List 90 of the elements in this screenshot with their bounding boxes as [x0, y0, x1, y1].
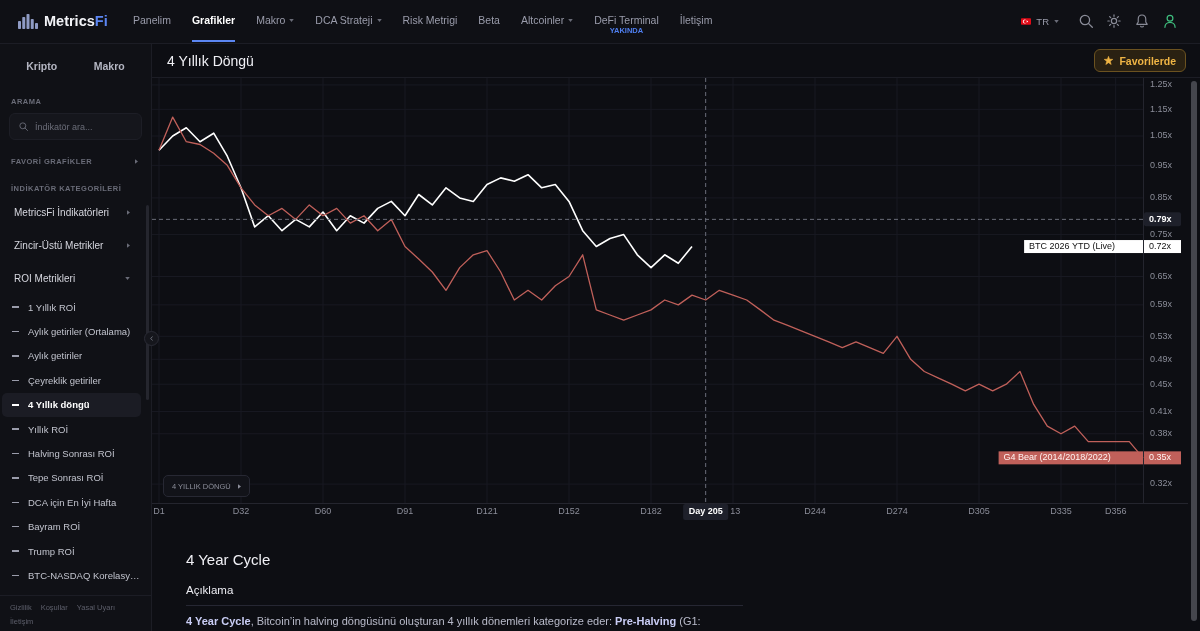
chevron-left-icon [150, 336, 153, 341]
y-axis-label: 0.95x [1150, 159, 1173, 170]
dash-icon [12, 379, 19, 382]
x-axis-label: D32 [232, 506, 250, 517]
y-axis-label: 0.38x [1150, 428, 1173, 439]
dash-icon [12, 330, 19, 333]
nav-item[interactable]: Beta [478, 0, 500, 42]
language-selector[interactable]: TR [1021, 15, 1059, 27]
y-axis-label: 0.45x [1150, 378, 1173, 389]
dash-icon [12, 355, 19, 357]
dash-icon [12, 404, 19, 406]
bar-chart-icon [18, 13, 38, 29]
x-axis-label: 13 [730, 506, 741, 517]
dash-icon [12, 574, 19, 577]
star-icon [1104, 56, 1114, 65]
category-item[interactable]: Zincir-Üstü Metrikler [0, 229, 151, 262]
sidebar-item[interactable]: Yıllık ROİ [2, 416, 141, 442]
x-axis-label: D60 [314, 506, 332, 517]
series-name-label: BTC 2026 YTD (Live) [1024, 240, 1143, 254]
sidebar-item[interactable]: Tepe Sonrası ROİ [2, 465, 141, 491]
sidebar-item[interactable]: DCA için En İyi Hafta [2, 490, 141, 515]
page-title: 4 Yıllık Döngü [167, 52, 254, 69]
x-axis-label: D91 [396, 506, 414, 517]
y-axis-label: 0.53x [1150, 330, 1173, 341]
y-axis-label: 1.25x [1150, 79, 1173, 90]
section-subtitle: Açıklama [186, 583, 235, 597]
y-axis-label: 0.65x [1150, 270, 1173, 281]
y-axis-label: 0.49x [1150, 353, 1173, 364]
nav-item[interactable]: DCA Strateji [315, 0, 382, 42]
y-axis-label: 1.05x [1150, 130, 1173, 141]
nav-item[interactable]: Grafikler [191, 0, 236, 42]
dash-icon [12, 550, 19, 552]
search-icon[interactable] [1079, 14, 1093, 28]
section-title: 4 Year Cycle [186, 551, 272, 569]
favorite-button[interactable]: Favorilerde [1094, 49, 1186, 72]
crosshair-y-label: 0.79x [1144, 212, 1181, 227]
bell-icon[interactable] [1135, 14, 1149, 28]
y-axis-label: 0.75x [1150, 228, 1173, 239]
y-axis-label: 1.15x [1150, 103, 1173, 114]
dash-icon [12, 501, 19, 504]
user-icon[interactable] [1163, 14, 1177, 28]
sidebar-item[interactable]: Trump ROİ [2, 538, 141, 564]
sidebar-tab[interactable]: Kripto [8, 50, 76, 82]
search-field[interactable]: İndikatör ara... [9, 113, 142, 140]
crosshair-x-label: Day 205 [683, 504, 729, 520]
x-axis-label: D121 [476, 506, 498, 517]
sidebar-item[interactable]: 1 Yıllık ROİ [2, 295, 141, 320]
x-axis-label: D356 [1104, 506, 1127, 517]
x-axis-label: D305 [968, 506, 990, 517]
sidebar-tab[interactable]: Makro [75, 50, 143, 82]
last-value-label: 0.35x [1144, 451, 1181, 465]
scrollbar-thumb[interactable] [1191, 81, 1197, 621]
y-axis-label: 0.32x [1150, 478, 1173, 489]
caret-right-icon [237, 483, 241, 489]
x-axis-label: D1 [153, 506, 165, 517]
dash-icon [12, 306, 19, 308]
sidebar-item[interactable]: BTC-NASDAQ Korelasy… [2, 563, 141, 588]
category-item[interactable]: ROI Metrikleri [0, 262, 151, 295]
sidebar-item[interactable]: Bayram ROİ [2, 514, 141, 539]
sidebar-item[interactable]: Çeyreklik getiriler [2, 368, 141, 393]
nav-item[interactable]: Panelim [133, 0, 171, 42]
dash-icon [12, 452, 19, 455]
x-axis-label: D182 [640, 506, 662, 517]
x-axis-label: D152 [558, 506, 580, 517]
x-axis-label: D335 [1050, 506, 1072, 517]
category-item[interactable]: MetricsFi İndikatörleri [0, 196, 151, 229]
y-axis-label: 0.85x [1150, 192, 1173, 203]
x-axis-label: D274 [886, 506, 908, 517]
x-axis-label: D244 [804, 506, 826, 517]
nav-item[interactable]: Altcoinler [520, 0, 574, 42]
nav-item[interactable]: Risk Metrigi [402, 0, 458, 42]
search-icon [19, 122, 28, 131]
logo-text: MetricsFi [44, 13, 108, 29]
sidebar-item[interactable]: Halving Sonrası ROİ [2, 441, 141, 466]
dash-icon [12, 477, 19, 479]
nav-item[interactable]: İletişim [679, 0, 713, 42]
y-axis-label: 0.41x [1150, 405, 1173, 416]
nav-item[interactable]: Makro [256, 0, 295, 42]
sidebar-item[interactable]: Aylık getiriler [2, 343, 141, 369]
dash-icon [12, 428, 19, 430]
sun-icon[interactable] [1107, 14, 1121, 28]
last-value-label: 0.72x [1144, 240, 1181, 254]
dash-icon [12, 525, 19, 528]
description-text: 4 Year Cycle, Bitcoin’in halving döngüsünü oluşturan 4 yıllık dönemleri kategorize eder: Pre-Halving (G1: [186, 614, 702, 629]
sidebar-item[interactable]: 4 Yıllık döngü [2, 392, 141, 417]
sidebar-item[interactable]: Aylık getiriler (Ortalama) [2, 319, 141, 344]
ref-line-label: 0.79x [1149, 213, 1172, 224]
flag-icon [1021, 17, 1032, 25]
y-axis-label: 0.59x [1150, 299, 1173, 310]
caret-down-icon [1054, 19, 1059, 23]
